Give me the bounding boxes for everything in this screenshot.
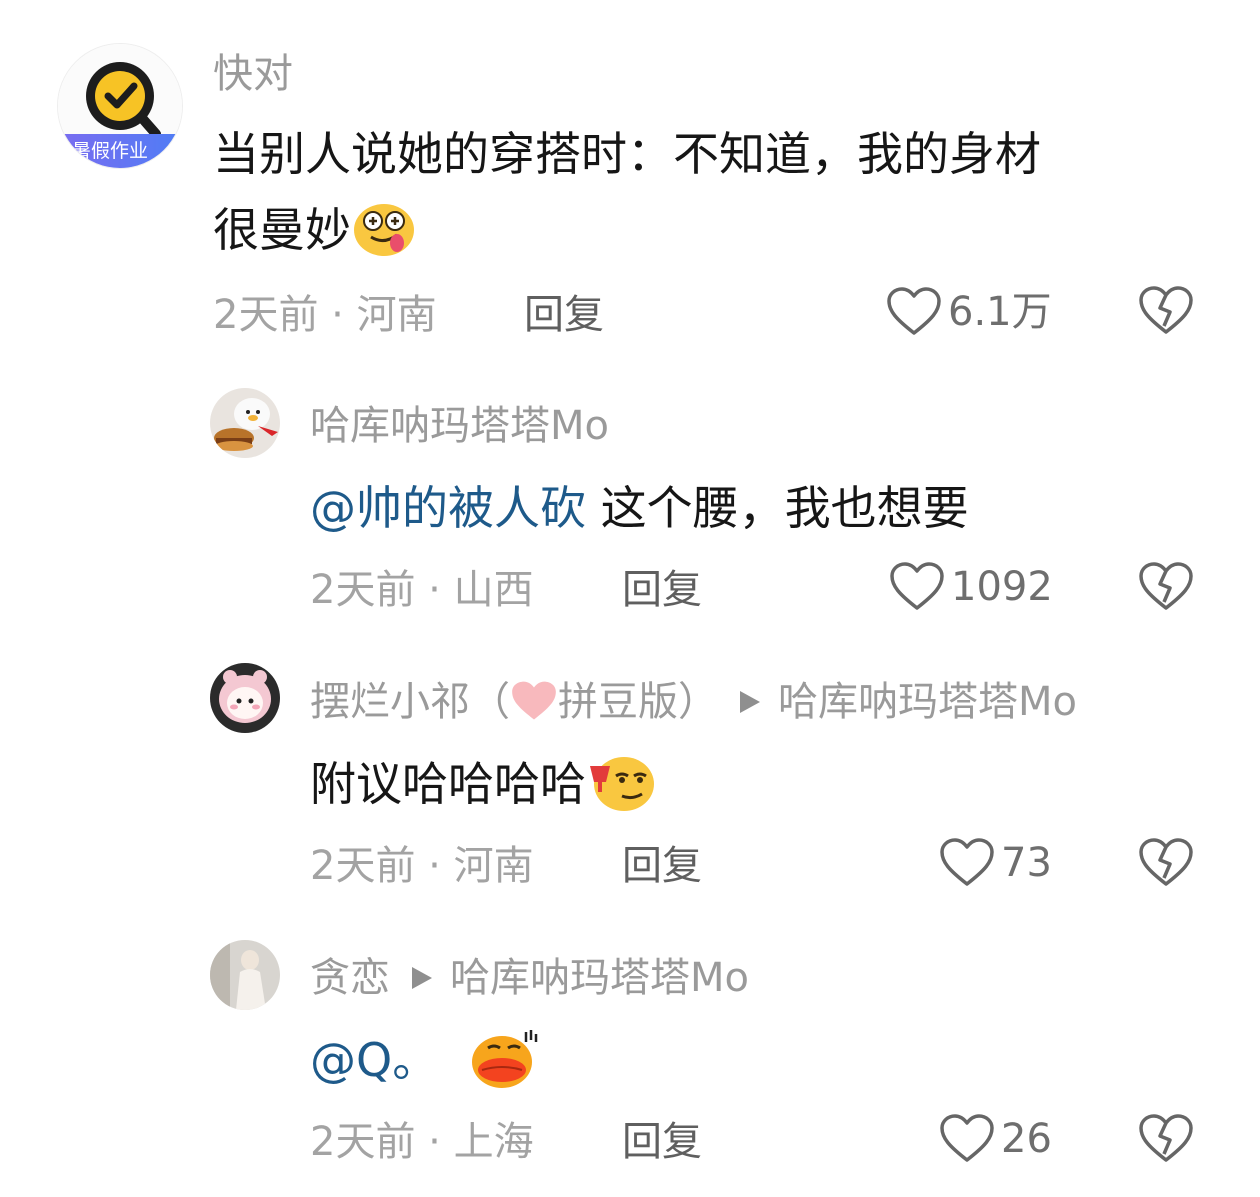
comment-text: 附议哈哈哈哈	[310, 746, 656, 822]
comment-thread: 暑假作业 快对 当别人说她的穿搭时：不知道，我的身材 很曼妙 2天前 · 河南 …	[0, 0, 1260, 1197]
meta-separator: ·	[415, 567, 454, 613]
reply-button[interactable]: 回复	[622, 846, 702, 886]
like-button[interactable]: 26	[939, 1114, 1052, 1164]
reply-to-arrow-icon	[412, 967, 432, 989]
like-count: 26	[1001, 1116, 1052, 1162]
comment-meta: 2天前 · 山西	[310, 570, 534, 610]
broken-heart-icon[interactable]	[1138, 286, 1194, 336]
duck-lips-emoji-icon	[472, 1029, 538, 1088]
comment-meta: 2天前 · 上海	[310, 1122, 534, 1162]
like-button[interactable]: 6.1万	[886, 287, 1052, 337]
like-count: 6.1万	[948, 289, 1052, 335]
duck-burger-avatar-icon	[210, 388, 280, 458]
author-name-part: 贪恋	[310, 955, 390, 1001]
comment-text: @帅的被人砍 这个腰，我也想要	[310, 470, 969, 546]
meta-separator: ·	[318, 292, 357, 338]
comment-time: 2天前	[310, 567, 416, 613]
broken-heart-icon[interactable]	[1138, 1114, 1194, 1164]
like-count: 1092	[951, 564, 1053, 610]
pink-plush-avatar-icon	[210, 663, 280, 733]
comment-meta: 2天前 · 河南	[310, 846, 534, 886]
comment-location: 河南	[356, 292, 437, 338]
comment-text-part: 这个腰，我也想要	[586, 481, 969, 535]
avatar-badge-text: 暑假作业	[72, 140, 149, 162]
heart-outline-icon	[890, 562, 944, 610]
comment-text-line: 当别人说她的穿搭时：不知道，我的身材	[213, 127, 1041, 181]
comment-location: 上海	[453, 1119, 534, 1165]
heart-outline-icon	[940, 838, 994, 886]
mention-link[interactable]: @帅的被人砍	[310, 481, 586, 535]
heart-outline-icon	[887, 287, 941, 335]
comment-author[interactable]: 哈库呐玛塔塔Mo	[310, 404, 609, 448]
comment-time: 2天前	[310, 1119, 416, 1165]
reply-button[interactable]: 回复	[622, 1122, 702, 1162]
avatar[interactable]	[210, 663, 280, 733]
pink-heart-icon	[512, 681, 556, 720]
drooling-face-emoji-icon	[354, 203, 414, 256]
meta-separator: ·	[415, 1119, 454, 1165]
person-photo-avatar-icon	[210, 940, 280, 1010]
comment-author[interactable]: 贪恋 哈库呐玛塔塔Mo	[310, 956, 749, 1000]
reply-button[interactable]: 回复	[622, 570, 702, 610]
comment-time: 2天前	[213, 292, 319, 338]
reply-button[interactable]: 回复	[524, 295, 604, 335]
smirk-wine-emoji-icon	[590, 756, 654, 811]
comment-text-part: 很曼妙	[213, 203, 351, 257]
author-name-part: 拼豆版）	[558, 679, 718, 725]
reply-to-author[interactable]: 哈库呐玛塔塔Mo	[450, 955, 749, 1001]
comment-text-part: 附议哈哈哈哈	[310, 757, 586, 811]
broken-heart-icon[interactable]	[1138, 838, 1194, 888]
like-button[interactable]: 1092	[889, 562, 1053, 612]
comment-author[interactable]: 快对	[213, 52, 293, 96]
avatar[interactable]: 暑假作业	[57, 43, 183, 169]
comment-location: 山西	[453, 567, 534, 613]
author-name-part: 摆烂小祁（	[310, 679, 510, 725]
reply-to-author[interactable]: 哈库呐玛塔塔Mo	[778, 679, 1077, 725]
like-button[interactable]: 73	[939, 838, 1052, 888]
comment-location: 河南	[453, 843, 534, 889]
comment-time: 2天前	[310, 843, 416, 889]
avatar[interactable]	[210, 940, 280, 1010]
reply-to-arrow-icon	[740, 691, 760, 713]
mention-link[interactable]: @Q。	[310, 1033, 438, 1087]
comment-text-line: 很曼妙	[213, 192, 1041, 268]
broken-heart-icon[interactable]	[1138, 562, 1194, 612]
comment-text: 当别人说她的穿搭时：不知道，我的身材 很曼妙	[213, 116, 1041, 268]
comment-author[interactable]: 摆烂小祁（ 拼豆版） 哈库呐玛塔塔Mo	[310, 680, 1077, 724]
meta-separator: ·	[415, 843, 454, 889]
avatar[interactable]	[210, 388, 280, 458]
comment-text: @Q。	[310, 1022, 538, 1098]
like-count: 73	[1001, 840, 1052, 886]
comment-meta: 2天前 · 河南	[213, 295, 437, 335]
heart-outline-icon	[940, 1114, 994, 1162]
